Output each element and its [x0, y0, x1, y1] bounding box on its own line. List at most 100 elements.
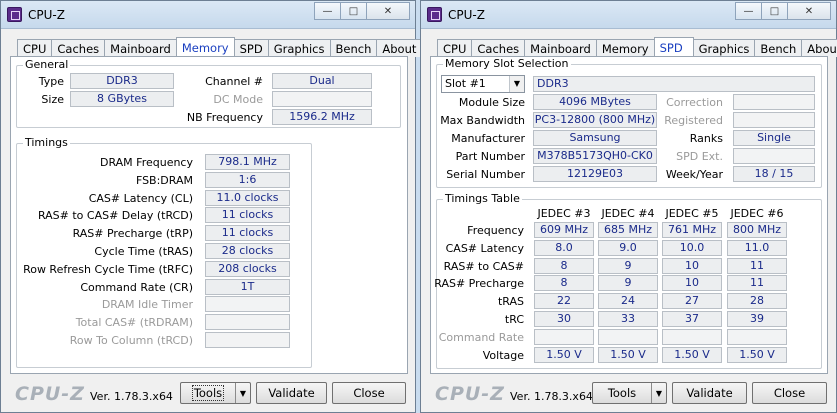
- module-size-value: 4096 MBytes: [533, 94, 657, 110]
- timing-label: RAS# to CAS# Delay (tRCD): [37, 209, 193, 223]
- spd-panel: Memory Slot Selection Slot #1 ▼ DDR3 Mod…: [430, 56, 828, 374]
- part-number-label: Part Number: [455, 150, 525, 163]
- cpuz-window-memory: CPU-Z — □ ✕ CPU Caches Mainboard Memory …: [0, 0, 423, 413]
- tab-bar: CPU Caches Mainboard Memory SPD Graphics…: [17, 37, 423, 57]
- tab-memory[interactable]: Memory: [595, 39, 654, 57]
- tab-about[interactable]: About: [376, 39, 423, 57]
- timings-table-group: Timings Table JEDEC #3 JEDEC #4 JEDEC #5 JE…: [434, 192, 822, 369]
- tab-cpu[interactable]: CPU: [17, 39, 52, 57]
- cpuz-window-spd: CPU-Z — □ ✕ CPU Caches Mainboard Memory …: [420, 0, 837, 413]
- dropdown-arrow-icon[interactable]: ▼: [651, 383, 666, 403]
- maximize-button[interactable]: □: [761, 2, 787, 20]
- week-year-value: 18 / 15: [733, 166, 815, 182]
- size-value: 8 GBytes: [70, 91, 174, 107]
- version-label: Ver. 1.78.3.x64: [510, 390, 593, 403]
- tab-spd[interactable]: SPD: [653, 37, 694, 57]
- minimize-button[interactable]: —: [735, 2, 761, 20]
- part-number-value: M378B5173QH0-CK0: [533, 148, 657, 164]
- dropdown-arrow-icon[interactable]: ▼: [235, 383, 250, 403]
- validate-button[interactable]: Validate: [672, 382, 747, 404]
- memory-slot-selection-group: Memory Slot Selection Slot #1 ▼ DDR3 Mod…: [436, 57, 822, 188]
- tab-bench[interactable]: Bench: [754, 39, 802, 57]
- manufacturer-value: Samsung: [533, 130, 657, 146]
- tab-mainboard[interactable]: Mainboard: [524, 39, 596, 57]
- timings-cell: 761 MHz: [662, 222, 722, 238]
- timings-cell: 24: [598, 293, 658, 310]
- jedec-column-header: JEDEC #3: [537, 207, 591, 220]
- timings-cell: 33: [598, 311, 658, 327]
- serial-number-label: Serial Number: [446, 168, 525, 181]
- jedec-column-header: JEDEC #4: [601, 207, 655, 220]
- type-value: DDR3: [70, 73, 174, 89]
- week-year-label: Week/Year: [665, 168, 723, 181]
- tab-spd[interactable]: SPD: [234, 39, 268, 57]
- timings-cell: 37: [662, 311, 722, 327]
- tools-button[interactable]: Tools ▼: [180, 382, 251, 404]
- timing-value: 1:6: [205, 171, 290, 188]
- general-group: General Type DDR3 Size 8 GBytes Channel …: [16, 58, 401, 128]
- timings-cell: 9.0: [598, 239, 658, 256]
- general-group-label: General: [23, 58, 71, 71]
- timing-label: Row Refresh Cycle Time (tRFC): [23, 262, 193, 276]
- window-title: CPU-Z: [28, 8, 65, 22]
- timings-table-group-label: Timings Table: [443, 192, 522, 205]
- nb-frequency-value: 1596.2 MHz: [272, 109, 372, 125]
- correction-value: [733, 94, 815, 110]
- title-bar[interactable]: CPU-Z — □ ✕: [1, 1, 415, 29]
- timings-cell: 1.50 V: [534, 346, 594, 363]
- spd-ext-label: SPD Ext.: [676, 150, 723, 163]
- tab-caches[interactable]: Caches: [471, 39, 525, 57]
- tools-button-label: Tools: [191, 385, 225, 401]
- spd-ext-value: [733, 148, 815, 164]
- title-bar[interactable]: CPU-Z — □ ✕: [421, 1, 836, 29]
- chevron-down-icon[interactable]: ▼: [509, 76, 524, 92]
- max-bandwidth-label: Max Bandwidth: [440, 114, 525, 127]
- close-window-button[interactable]: ✕: [787, 2, 831, 20]
- timing-label: RAS# Precharge (tRP): [72, 227, 193, 241]
- maximize-button[interactable]: □: [340, 2, 366, 20]
- timings-row-label: tRC: [504, 313, 524, 326]
- max-bandwidth-value: PC3-12800 (800 MHz): [533, 112, 657, 128]
- timings-cell: 30: [534, 311, 594, 327]
- timings-cell: 800 MHz: [727, 222, 787, 238]
- slot-select-value: Slot #1: [445, 77, 486, 90]
- memory-type-value: DDR3: [533, 76, 815, 92]
- timings-row-label: CAS# Latency: [445, 241, 524, 255]
- ranks-label: Ranks: [689, 132, 723, 145]
- tab-mainboard[interactable]: Mainboard: [104, 39, 176, 57]
- validate-button[interactable]: Validate: [256, 382, 327, 404]
- close-button[interactable]: Close: [332, 382, 406, 404]
- timings-cell: 1.50 V: [727, 346, 787, 363]
- minimize-button[interactable]: —: [314, 2, 340, 20]
- timings-cell: 8: [534, 257, 594, 274]
- timing-label: Command Rate (CR): [80, 280, 193, 294]
- timing-value: 11 clocks: [205, 225, 290, 242]
- tab-caches[interactable]: Caches: [51, 39, 105, 57]
- timings-cell: 685 MHz: [598, 222, 658, 238]
- timing-value: [205, 332, 290, 348]
- close-window-button[interactable]: ✕: [366, 2, 410, 20]
- slot-select[interactable]: Slot #1 ▼: [441, 75, 525, 93]
- timing-label: FSB:DRAM: [135, 173, 193, 187]
- tab-cpu[interactable]: CPU: [437, 39, 472, 57]
- tab-graphics[interactable]: Graphics: [267, 39, 330, 57]
- timings-row-label: tRAS: [497, 295, 524, 309]
- cpuz-logo: CPU-Z: [435, 383, 505, 405]
- timings-row-label: RAS# Precharge: [434, 277, 524, 291]
- registered-value: [733, 112, 815, 128]
- dc-mode-value: [272, 91, 372, 107]
- tab-memory[interactable]: Memory: [175, 37, 235, 57]
- jedec-column-header: JEDEC #6: [730, 207, 784, 220]
- tab-graphics[interactable]: Graphics: [693, 39, 755, 57]
- timings-cell: 609 MHz: [534, 222, 594, 238]
- timings-cell: 11: [727, 257, 787, 274]
- timings-row-label: Voltage: [482, 348, 524, 362]
- timing-label: DRAM Idle Timer: [101, 298, 193, 312]
- timings-cell: 1.50 V: [662, 346, 722, 363]
- close-button[interactable]: Close: [752, 382, 827, 404]
- timing-value: 1T: [205, 278, 290, 295]
- tools-button[interactable]: Tools ▼: [592, 382, 667, 404]
- module-size-label: Module Size: [458, 96, 525, 109]
- tab-bench[interactable]: Bench: [329, 39, 377, 57]
- tab-about[interactable]: About: [801, 39, 837, 57]
